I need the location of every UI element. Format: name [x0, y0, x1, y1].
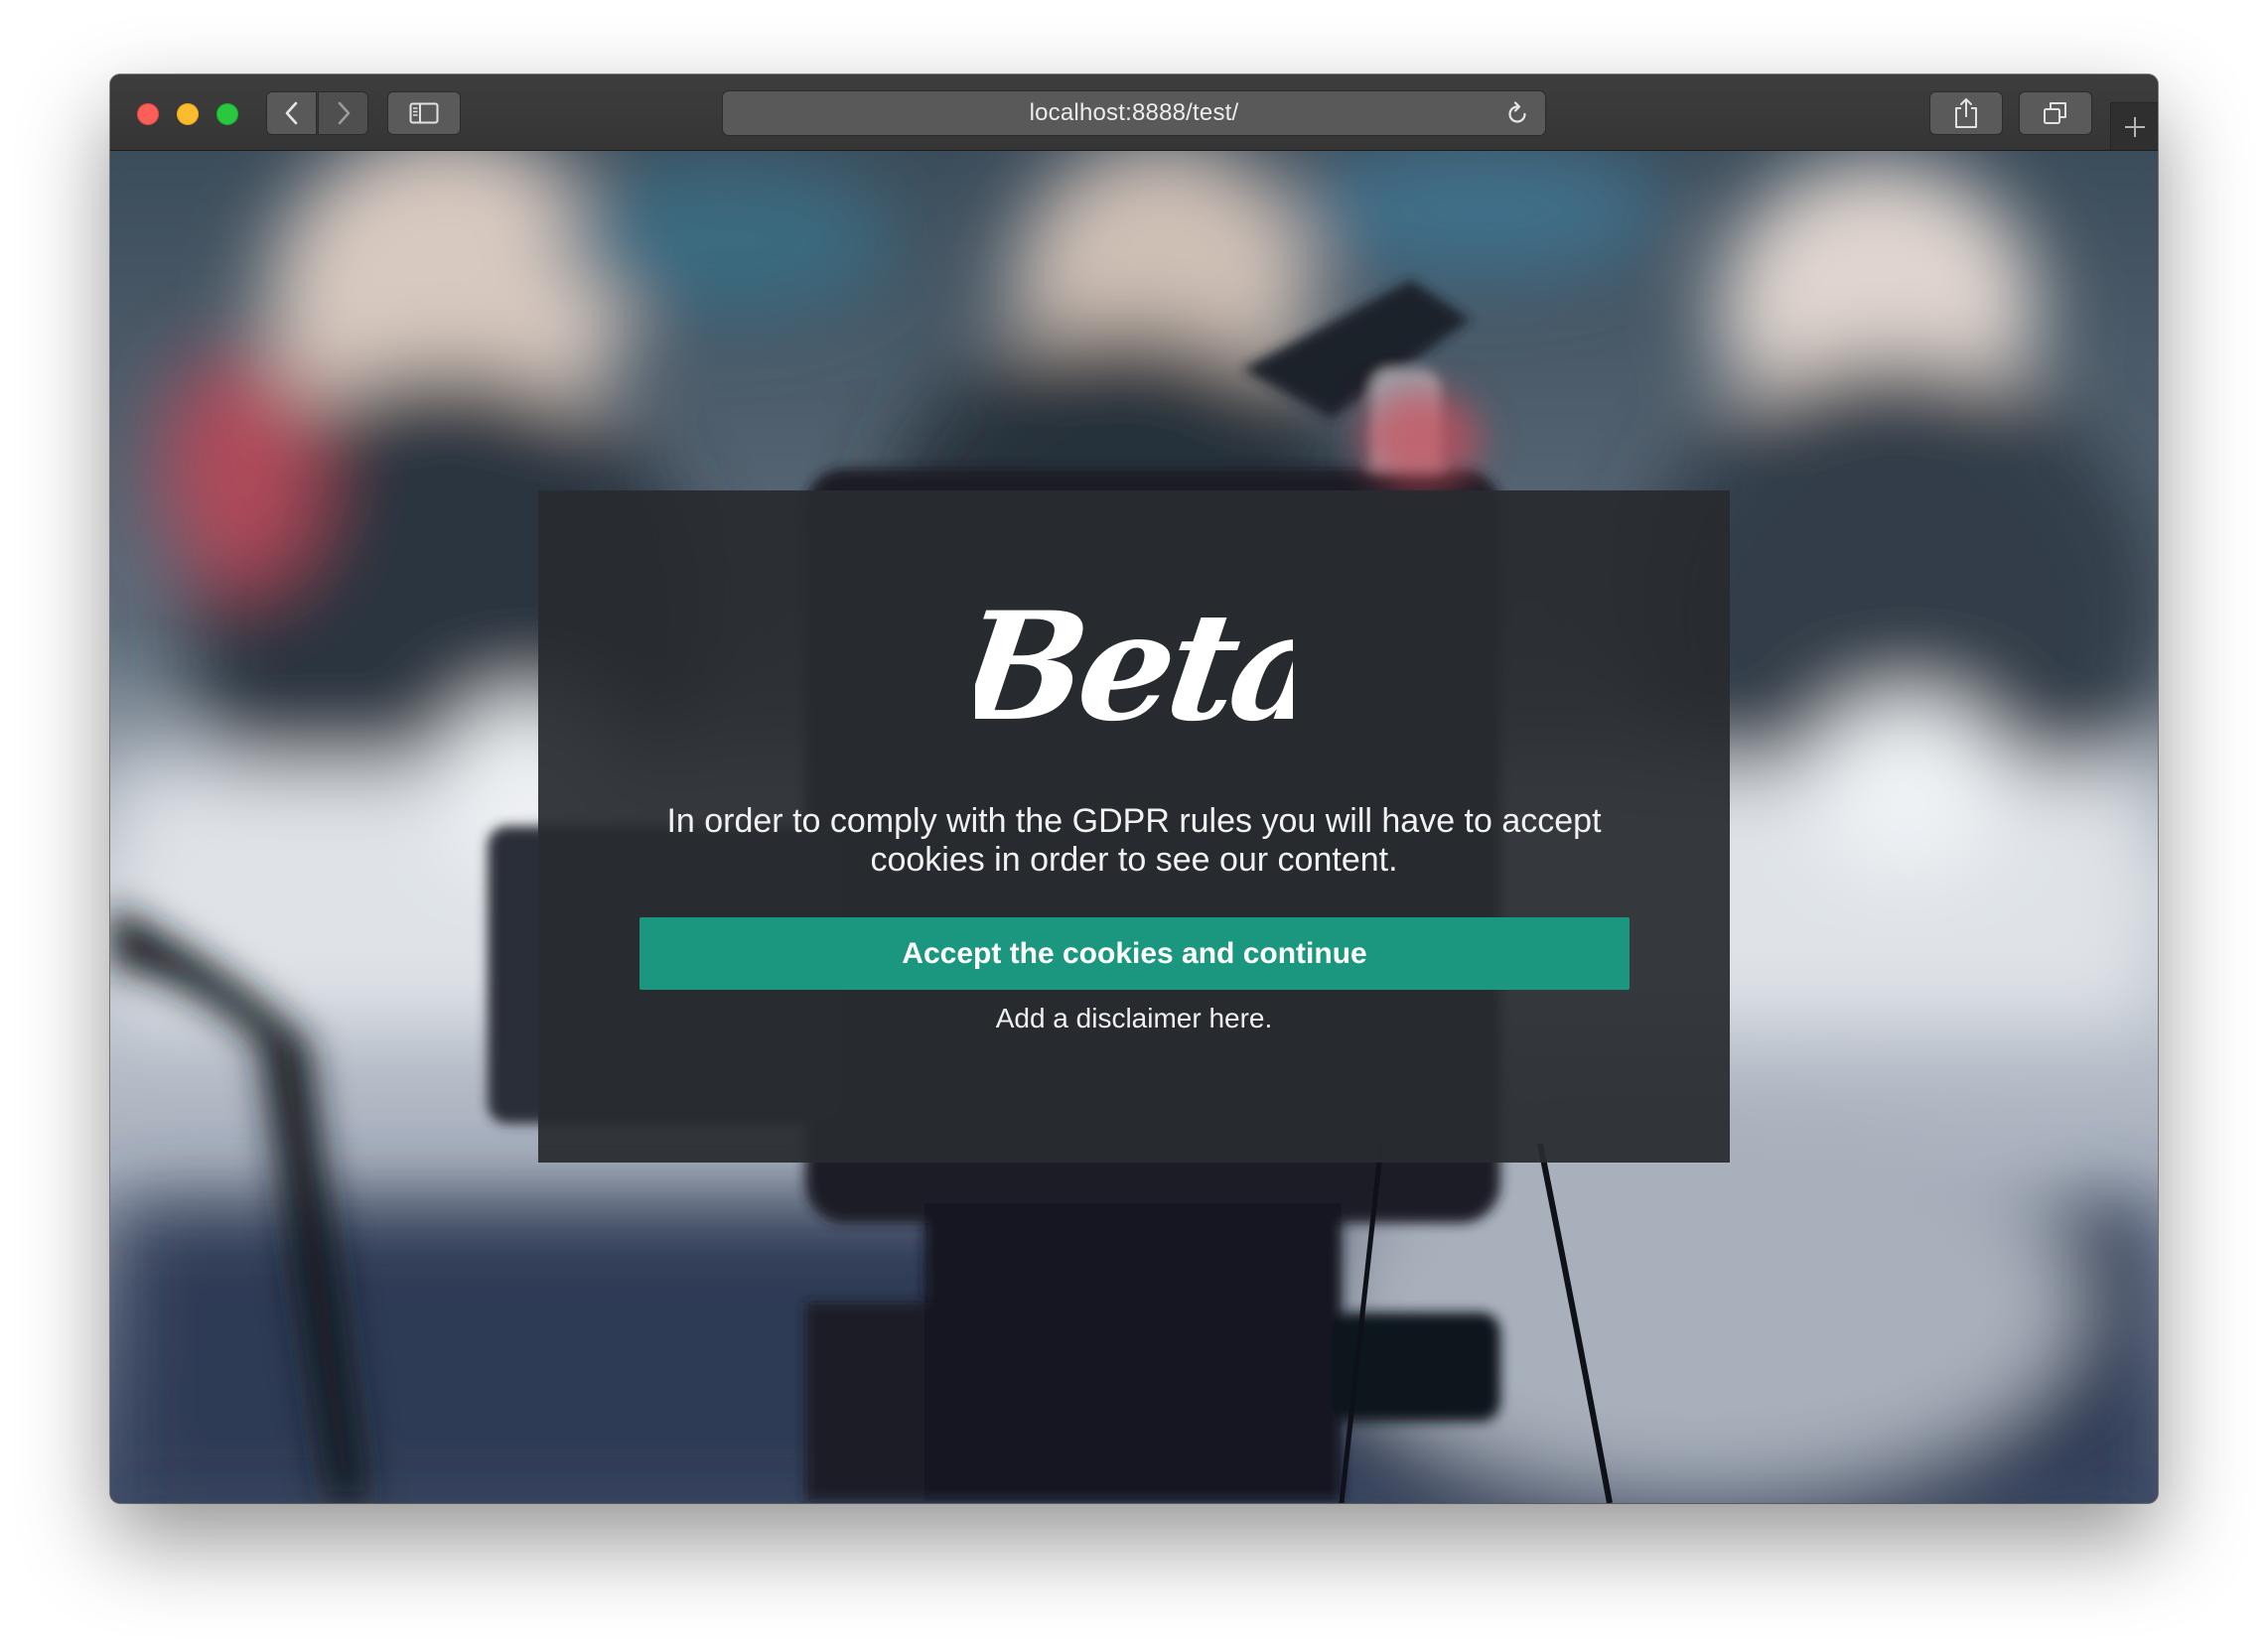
gdpr-message: In order to comply with the GDPR rules y… [666, 802, 1602, 879]
show-tabs-button[interactable] [2019, 91, 2092, 135]
navigation-buttons [266, 91, 368, 135]
tabs-icon [2044, 102, 2066, 124]
back-arrow-icon [285, 101, 297, 125]
forward-button[interactable] [318, 91, 368, 135]
back-button[interactable] [266, 91, 317, 135]
accept-cookies-button[interactable]: Accept the cookies and continue [639, 917, 1630, 990]
zoom-window-button[interactable] [216, 103, 238, 125]
browser-toolbar: localhost:8888/test/ [110, 74, 2158, 151]
new-tab-button[interactable] [2110, 102, 2158, 150]
sidebar-toggle-button[interactable] [387, 91, 461, 135]
sidebar-icon [409, 102, 439, 124]
beta-logo: Beta [975, 580, 1293, 755]
share-icon [1955, 98, 1977, 128]
plus-icon [2124, 116, 2145, 137]
browser-window: localhost:8888/test/ Beta In order to co… [110, 74, 2158, 1503]
close-window-button[interactable] [137, 103, 159, 125]
cookie-consent-modal: Beta In order to comply with the GDPR ru… [538, 490, 1730, 1163]
svg-text:Beta: Beta [975, 580, 1293, 755]
reload-icon[interactable] [1503, 100, 1531, 128]
forward-arrow-icon [338, 101, 350, 125]
disclaimer-text: Add a disclaimer here. [995, 1003, 1273, 1033]
url-text: localhost:8888/test/ [1029, 99, 1239, 126]
share-button[interactable] [1929, 91, 2003, 135]
address-bar[interactable]: localhost:8888/test/ [722, 90, 1546, 136]
minimize-window-button[interactable] [177, 103, 199, 125]
web-page: Beta In order to comply with the GDPR ru… [110, 151, 2158, 1503]
